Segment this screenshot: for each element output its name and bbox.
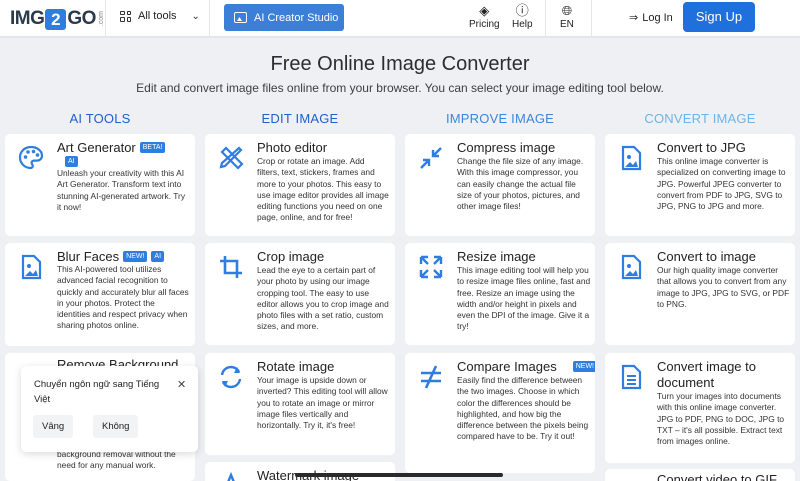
column-heading-edit-image[interactable]: EDIT IMAGE xyxy=(205,111,395,126)
logo-text-mid: 2 xyxy=(45,8,67,30)
tool-description: Our high quality image converter that al… xyxy=(657,265,790,309)
help-label: Help xyxy=(512,19,533,30)
tool-title: Blur Faces NEW! AI xyxy=(57,249,165,264)
all-tools-menu[interactable]: All tools ⌄ xyxy=(120,10,200,22)
tool-title: Convert to image xyxy=(657,249,756,264)
top-header: IMG 2 GO .com All tools ⌄ AI Creator Stu… xyxy=(0,0,800,38)
logo-text-right: GO xyxy=(67,8,96,29)
tool-card-rotate-image[interactable]: Rotate image Your image is upside down o… xyxy=(205,353,395,455)
language-selector[interactable]: 🌐︎ EN xyxy=(560,3,574,30)
tool-title: Rotate image xyxy=(257,359,335,374)
pricing-label: Pricing xyxy=(469,19,500,30)
tool-description: Turn your images into documents with thi… xyxy=(657,391,785,447)
tool-description: Unleash your creativity with this AI Art… xyxy=(57,168,186,212)
palette-icon xyxy=(18,145,44,170)
question-icon: ⓘ xyxy=(515,3,529,18)
tool-title-text: Compare Images xyxy=(457,359,557,374)
globe-icon: 🌐︎ xyxy=(561,3,573,18)
help-link[interactable]: ⓘ Help xyxy=(512,3,533,30)
tool-title: Compare Images NEW! xyxy=(457,359,595,374)
site-logo[interactable]: IMG 2 GO .com xyxy=(10,8,105,30)
tool-card-watermark-image[interactable]: Watermark image xyxy=(205,462,395,481)
ai-creator-studio-button[interactable]: AI Creator Studio xyxy=(224,4,344,31)
pricing-link[interactable]: ◈ Pricing xyxy=(469,3,500,30)
popup-message: Chuyển ngôn ngữ sang Tiếng Việt xyxy=(34,379,160,405)
tool-card-crop-image[interactable]: Crop image Lead the eye to a certain par… xyxy=(205,243,395,345)
popup-yes-button[interactable]: Vâng xyxy=(33,415,74,438)
tool-card-photo-editor[interactable]: Photo editor Crop or rotate an image. Ad… xyxy=(205,134,395,236)
resize-icon xyxy=(419,255,443,279)
tool-card-blur-faces[interactable]: Blur Faces NEW! AI This AI-powered tool ut… xyxy=(5,243,195,346)
blurred-image-icon xyxy=(21,254,42,280)
tool-description: Crop or rotate an image. Add filters, te… xyxy=(257,156,389,223)
column-heading-improve-image[interactable]: IMPROVE IMAGE xyxy=(405,111,595,126)
tool-card-convert-video-to-gif[interactable]: Convert video to GIF xyxy=(605,469,795,481)
image-file-icon xyxy=(621,254,642,280)
logo-suffix: .com xyxy=(97,11,105,27)
header-divider xyxy=(545,0,546,38)
tool-title: Art Generator BETA! xyxy=(57,140,166,155)
tool-description: Change the file size of any image. With … xyxy=(457,156,584,212)
tool-title: Photo editor xyxy=(257,140,328,155)
tool-title: Compress image xyxy=(457,140,556,155)
image-icon xyxy=(234,12,247,23)
chevron-down-icon: ⌄ xyxy=(191,10,200,22)
tool-title: Crop image xyxy=(257,249,325,264)
ai-badge: AI xyxy=(65,156,78,167)
column-heading-ai-tools[interactable]: AI TOOLS xyxy=(5,111,195,126)
tool-card-compress-image[interactable]: Compress image Change the file size of a… xyxy=(405,134,595,236)
tool-card-convert-image-to-document[interactable]: Convert image to document Turn your imag… xyxy=(605,353,795,463)
login-link[interactable]: ⇒ Log In xyxy=(629,11,673,25)
new-badge: NEW! xyxy=(572,361,595,372)
close-icon[interactable]: ✕ xyxy=(177,378,186,391)
tool-description: This AI-powered tool utilizes advanced f… xyxy=(57,264,189,331)
tool-description: Lead the eye to a certain part of your p… xyxy=(257,265,389,332)
tool-description: Your image is upside down or inverted? T… xyxy=(257,375,388,431)
rotate-icon xyxy=(220,365,242,389)
ai-studio-label: AI Creator Studio xyxy=(254,11,339,24)
grid-icon xyxy=(120,10,131,22)
tools-icon xyxy=(219,146,244,170)
not-equal-icon xyxy=(421,365,441,389)
header-divider xyxy=(591,0,592,38)
page-title: Free Online Image Converter xyxy=(270,53,530,75)
tool-title: Convert image to document xyxy=(657,359,756,390)
page-subtitle: Edit and convert image files online from… xyxy=(136,81,664,95)
tool-title-text: Art Generator xyxy=(57,140,136,155)
tool-title: Convert video to GIF xyxy=(657,472,777,481)
tool-card-resize-image[interactable]: Resize image This image editing tool wil… xyxy=(405,243,595,345)
login-label: Log In xyxy=(642,11,673,24)
ai-badge: AI xyxy=(151,251,165,262)
signup-button[interactable]: Sign Up xyxy=(683,2,755,32)
tool-card-convert-to-jpg[interactable]: Convert to JPG This online image convert… xyxy=(605,134,795,236)
language-suggestion-popup: Chuyển ngôn ngữ sang Tiếng Việt ✕ Vâng K… xyxy=(21,366,198,452)
tool-title: Convert to JPG xyxy=(657,140,746,155)
tool-card-convert-to-image[interactable]: Convert to image Our high quality image … xyxy=(605,243,795,345)
language-label: EN xyxy=(560,19,574,30)
tool-description: This online image converter is specializ… xyxy=(657,156,786,212)
login-icon: ⇒ xyxy=(629,12,639,24)
home-indicator xyxy=(295,473,503,477)
new-badge: NEW! xyxy=(123,251,148,262)
beta-badge: BETA! xyxy=(139,142,166,153)
column-heading-convert-image[interactable]: CONVERT IMAGE xyxy=(605,111,795,126)
watermark-icon xyxy=(227,472,235,481)
header-divider xyxy=(209,0,210,38)
tool-card-art-generator[interactable]: Art Generator BETA! AI Unleash your creat… xyxy=(5,134,195,236)
tool-title-text: Blur Faces xyxy=(57,249,120,264)
popup-no-button[interactable]: Không xyxy=(93,415,139,438)
compress-icon xyxy=(420,147,442,169)
document-icon xyxy=(621,364,642,390)
header-divider xyxy=(105,0,106,38)
tool-title: Resize image xyxy=(457,249,536,264)
tag-icon: ◈ xyxy=(479,3,490,18)
tool-card-compare-images[interactable]: Compare Images NEW! Easily find the diffe… xyxy=(405,353,595,473)
all-tools-label: All tools xyxy=(138,10,177,22)
logo-text-left: IMG xyxy=(10,8,45,29)
tool-description: This image editing tool will help you to… xyxy=(457,265,591,332)
tool-description: Easily find the difference between the t… xyxy=(457,375,589,442)
image-file-icon xyxy=(621,145,642,171)
crop-icon xyxy=(220,256,242,278)
tool-description: background removal without the need for … xyxy=(57,449,176,471)
